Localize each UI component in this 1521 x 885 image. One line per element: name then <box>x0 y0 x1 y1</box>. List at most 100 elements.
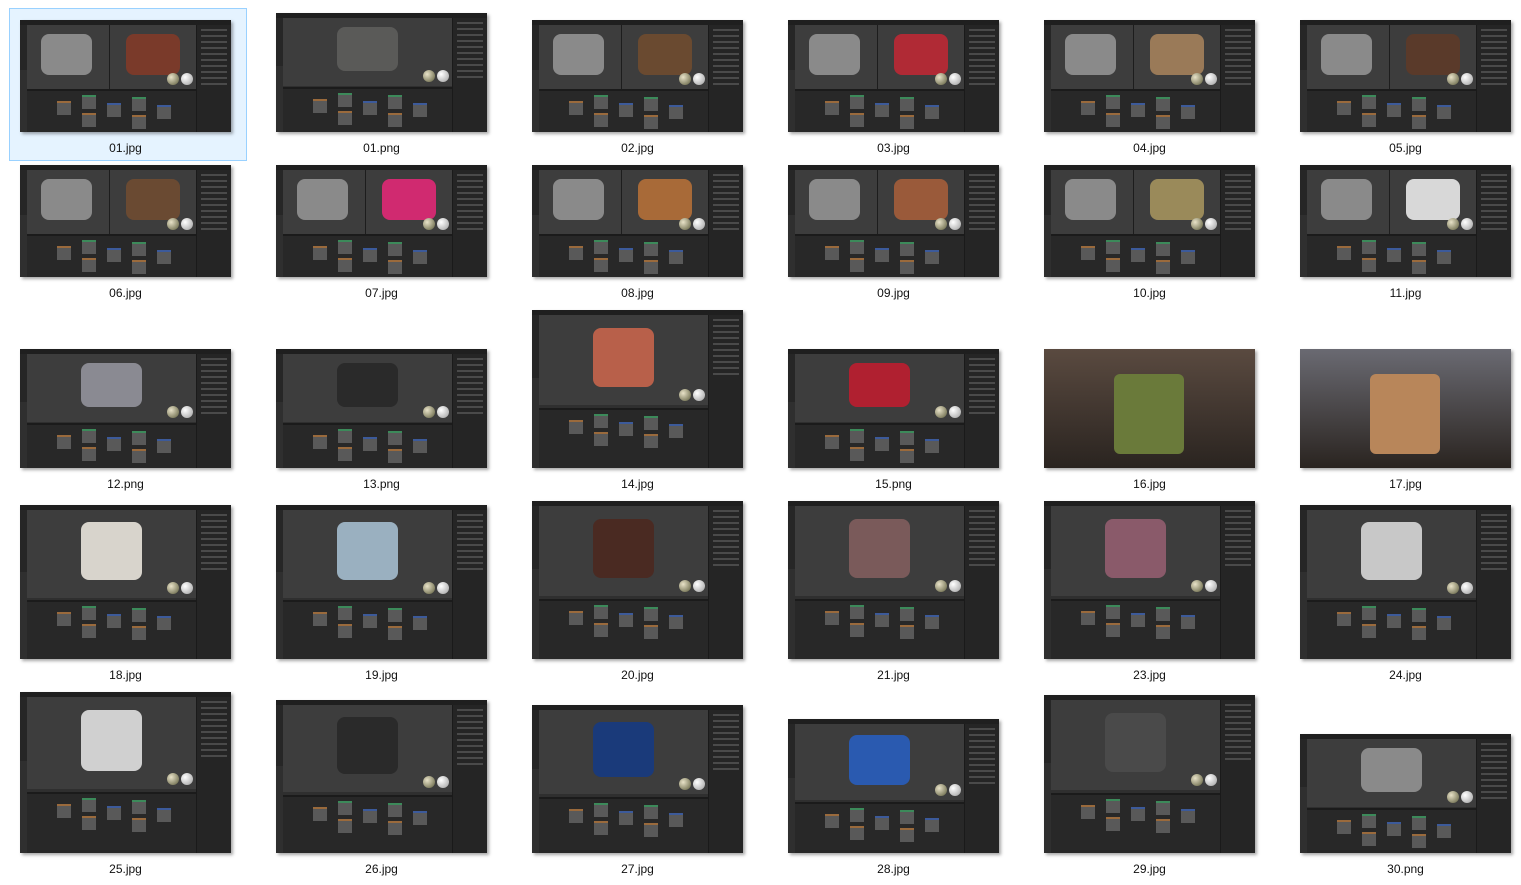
material-ball-icon <box>935 580 947 593</box>
shader-node <box>1106 258 1120 273</box>
thumbnail-image[interactable] <box>532 501 743 659</box>
node-editor <box>283 794 453 853</box>
file-name-label: 30.png <box>1387 862 1424 876</box>
shader-node <box>925 614 939 629</box>
thumbnail-image[interactable] <box>20 505 231 659</box>
shader-node <box>82 113 96 128</box>
viewport <box>539 710 709 795</box>
thumbnail-image[interactable] <box>1044 695 1255 853</box>
properties-panel <box>708 506 743 659</box>
thumbnail-image[interactable] <box>276 13 487 132</box>
white-ball-icon <box>949 580 961 593</box>
shader-node <box>619 248 633 263</box>
properties-panel <box>196 697 231 853</box>
material-ball-icon <box>1447 217 1459 230</box>
thumbnail-image[interactable] <box>20 20 231 132</box>
shader-node <box>388 430 402 445</box>
thumbnail-image[interactable] <box>532 310 743 468</box>
thumbnail-image[interactable] <box>532 705 743 853</box>
shader-node <box>1156 624 1170 639</box>
thumbnail-image[interactable] <box>276 505 487 659</box>
node-editor <box>539 89 709 132</box>
shader-node <box>82 240 96 255</box>
thumbnail-image[interactable] <box>788 20 999 132</box>
thumbnail-image[interactable] <box>1044 20 1255 132</box>
shader-node <box>644 415 658 430</box>
material-ball-icon <box>679 580 691 593</box>
thumbnail-image[interactable] <box>532 20 743 132</box>
model-shape <box>1114 374 1184 454</box>
viewport <box>795 724 965 801</box>
thumbnail-image[interactable] <box>532 165 743 277</box>
model-shape <box>1150 34 1204 75</box>
shader-node <box>619 421 633 436</box>
shader-node <box>1156 800 1170 815</box>
shader-node <box>1412 260 1426 275</box>
file-name-label: 06.jpg <box>109 286 142 300</box>
blender-toolbar <box>532 710 539 770</box>
properties-panel <box>452 18 487 132</box>
properties-panel <box>1476 170 1511 277</box>
thumbnail-image[interactable] <box>1300 165 1511 277</box>
node-editor <box>27 89 197 132</box>
thumbnail-image[interactable] <box>1300 349 1511 468</box>
shader-node <box>644 822 658 837</box>
file-name-label: 09.jpg <box>877 286 910 300</box>
shader-node <box>157 105 171 120</box>
white-ball-icon <box>949 405 961 418</box>
node-editor <box>1307 807 1477 853</box>
white-ball-icon <box>181 217 193 230</box>
thumbnail-image[interactable] <box>20 692 231 853</box>
blender-toolbar <box>20 25 27 70</box>
model-shape <box>1370 374 1440 454</box>
white-ball-icon <box>181 581 193 594</box>
shader-node <box>1337 101 1351 116</box>
blender-toolbar <box>1044 170 1051 215</box>
thumbnail-image[interactable] <box>1300 20 1511 132</box>
shader-node <box>850 240 864 255</box>
properties-panel <box>964 506 999 659</box>
model-shape <box>638 34 692 75</box>
shader-node <box>925 105 939 120</box>
white-ball-icon <box>693 72 705 85</box>
shader-node <box>388 802 402 817</box>
properties-panel <box>708 170 743 277</box>
blender-toolbar <box>532 315 539 379</box>
model-shape <box>849 363 910 407</box>
shader-node <box>132 626 146 641</box>
thumbnail-image[interactable] <box>788 349 999 468</box>
properties-panel <box>1220 700 1255 853</box>
thumbnail-image[interactable] <box>20 165 231 277</box>
material-ball-icon <box>167 217 179 230</box>
thumbnail-image[interactable] <box>1300 505 1511 659</box>
material-ball-icon <box>935 217 947 230</box>
white-ball-icon <box>1205 217 1217 230</box>
viewport <box>1051 25 1221 89</box>
thumbnail-image[interactable] <box>1300 734 1511 853</box>
shader-node <box>388 626 402 641</box>
shader-node <box>1387 821 1401 836</box>
node-editor <box>795 802 965 853</box>
node-editor <box>27 422 197 468</box>
shader-node <box>388 820 402 835</box>
shader-node <box>338 92 352 107</box>
thumbnail-image[interactable] <box>1044 501 1255 659</box>
shader-node <box>313 434 327 449</box>
thumbnail-image[interactable] <box>1044 165 1255 277</box>
shader-node <box>594 622 608 637</box>
thumbnail-image[interactable] <box>276 349 487 468</box>
thumbnail-image[interactable] <box>276 165 487 277</box>
thumbnail-image[interactable] <box>788 719 999 853</box>
thumbnail-image[interactable] <box>20 349 231 468</box>
shader-node <box>1106 95 1120 110</box>
thumbnail-image[interactable] <box>788 501 999 659</box>
shader-node <box>338 800 352 815</box>
thumbnail-image[interactable] <box>788 165 999 277</box>
model-shape-grey <box>809 34 860 75</box>
shader-node <box>1412 97 1426 112</box>
node-editor <box>283 600 453 659</box>
viewport <box>1307 510 1477 598</box>
blender-toolbar <box>20 354 27 402</box>
thumbnail-image[interactable] <box>276 700 487 853</box>
thumbnail-image[interactable] <box>1044 349 1255 468</box>
